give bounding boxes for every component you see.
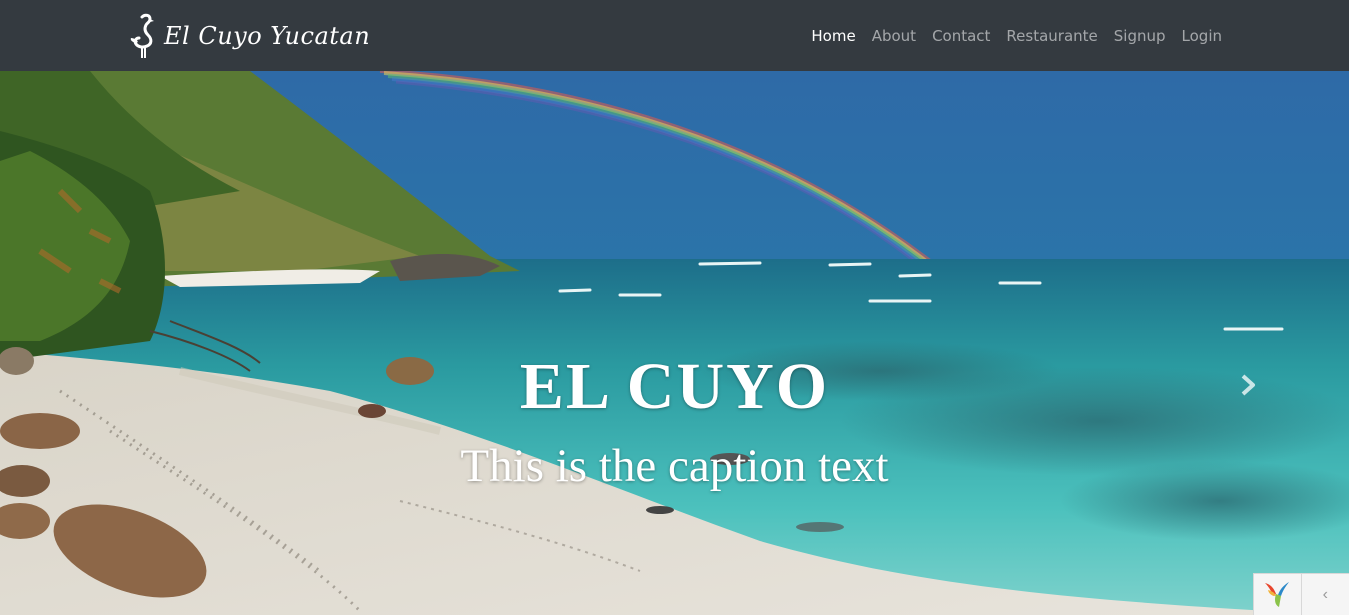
beach-rainbow-photo — [0, 71, 1349, 615]
slide-caption: This is the caption text — [460, 440, 889, 492]
slide-title: EL CUYO — [519, 350, 830, 423]
flamingo-icon — [128, 13, 158, 59]
nav-contact[interactable]: Contact — [932, 24, 990, 48]
debug-toolbar-logo[interactable] — [1254, 574, 1302, 615]
nav-home[interactable]: Home — [811, 24, 855, 48]
chevron-left-icon: ‹ — [1322, 586, 1328, 603]
debug-toolbar: ‹ — [1253, 573, 1349, 615]
brand-name: El Cuyo Yucatan — [164, 22, 371, 50]
navbar: El Cuyo Yucatan Home About Contact Resta… — [0, 0, 1349, 71]
chevron-right-icon — [1240, 374, 1256, 401]
debug-toolbar-toggle[interactable]: ‹ — [1302, 574, 1349, 615]
nav-about[interactable]: About — [872, 24, 916, 48]
nav-login[interactable]: Login — [1182, 24, 1222, 48]
main-nav: Home About Contact Restaurante Signup Lo… — [811, 24, 1222, 48]
carousel-next-button[interactable] — [1236, 371, 1260, 403]
brand-link[interactable]: El Cuyo Yucatan — [128, 12, 370, 60]
nav-restaurante[interactable]: Restaurante — [1006, 24, 1097, 48]
nav-signup[interactable]: Signup — [1114, 24, 1166, 48]
carousel: EL CUYO This is the caption text — [0, 71, 1349, 615]
yii-logo-icon — [1262, 578, 1292, 613]
